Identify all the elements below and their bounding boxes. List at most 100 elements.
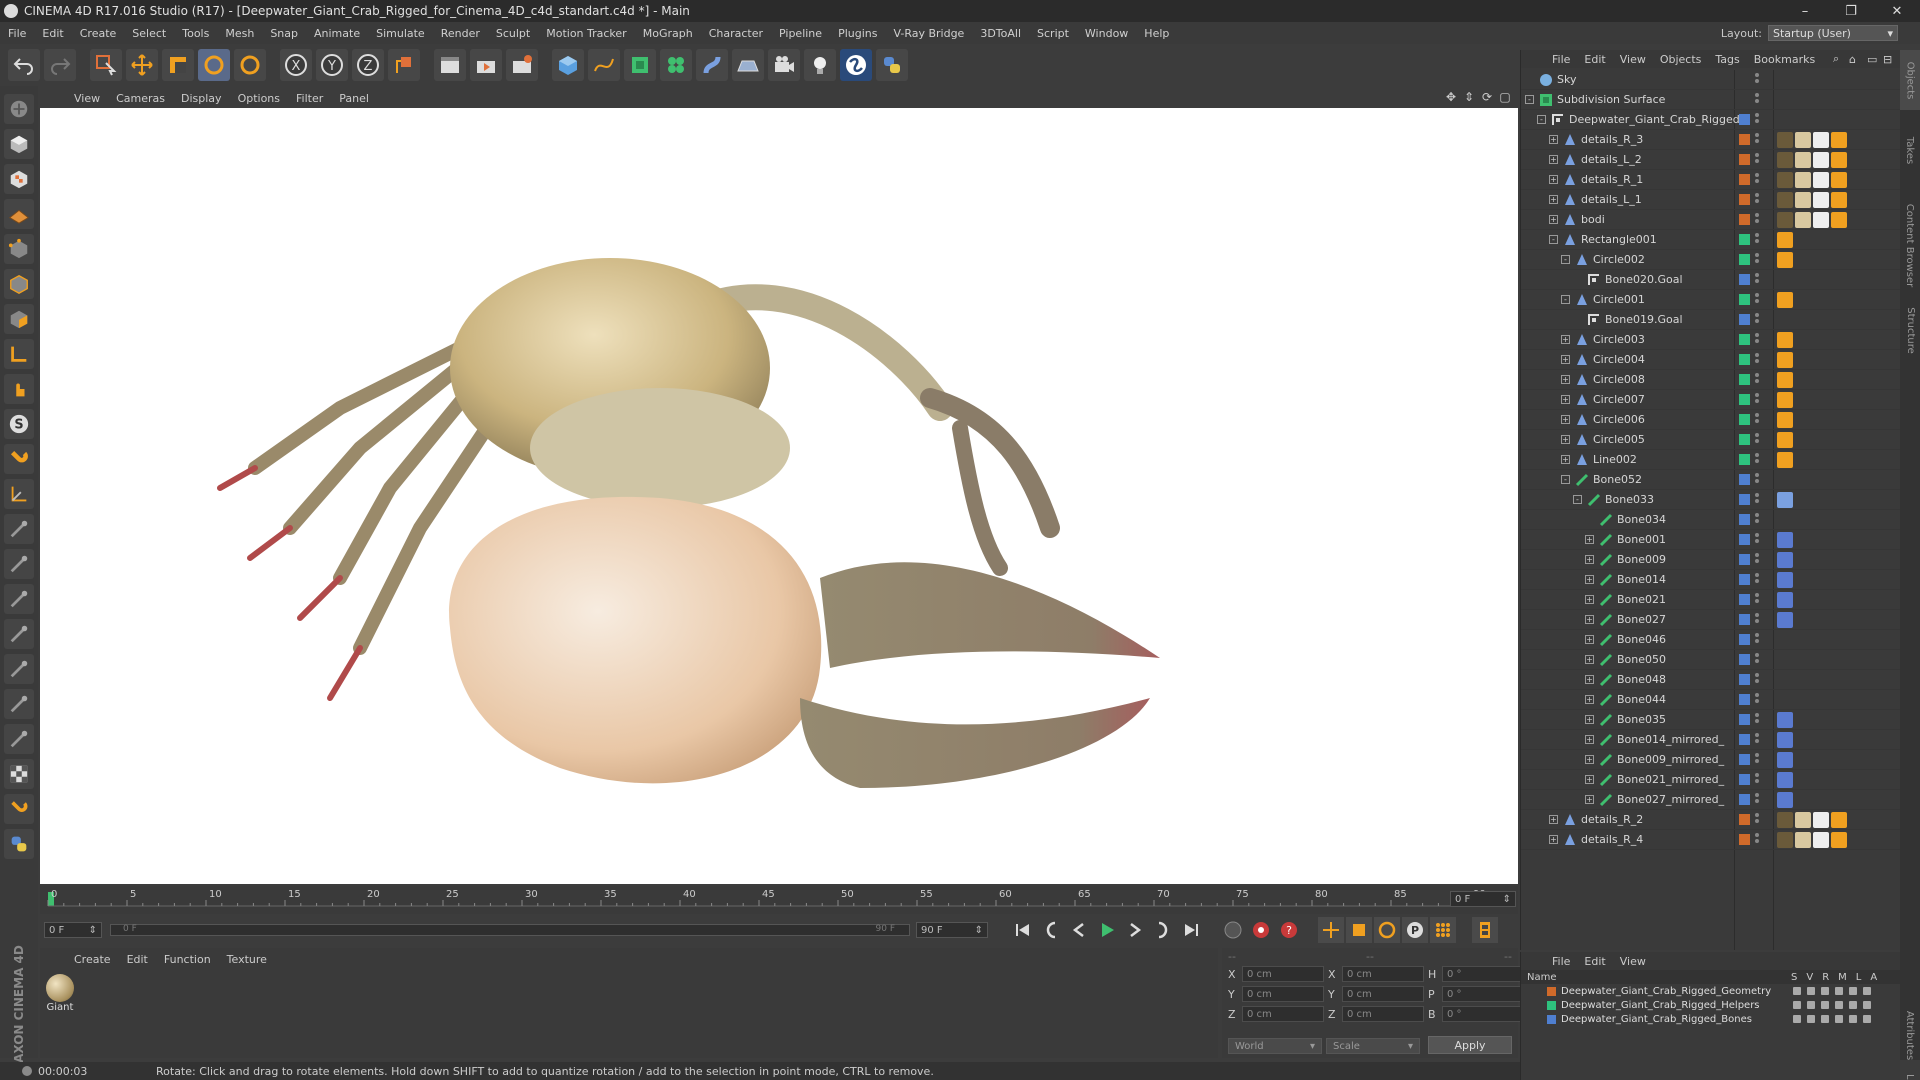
expand-icon[interactable]: + bbox=[1549, 835, 1558, 844]
minimize-button[interactable]: – bbox=[1782, 0, 1828, 22]
layer-flag-header-s[interactable]: S bbox=[1791, 972, 1797, 983]
visibility-dots-icon[interactable] bbox=[1755, 113, 1760, 127]
object-row-circle003[interactable]: + Circle003 bbox=[1521, 330, 1901, 350]
ik-tag-icon[interactable] bbox=[1777, 492, 1793, 508]
visibility-dots-icon[interactable] bbox=[1755, 73, 1760, 87]
layer-flag-icon[interactable] bbox=[1835, 1015, 1843, 1023]
object-row-bone052[interactable]: - Bone052 bbox=[1521, 470, 1901, 490]
collapse-icon[interactable]: - bbox=[1573, 495, 1582, 504]
layer-row[interactable]: Deepwater_Giant_Crab_Rigged_Geometry bbox=[1521, 984, 1900, 998]
material-menu-edit[interactable]: Edit bbox=[119, 953, 156, 966]
side-tab-content-browser[interactable]: Content Browser bbox=[1900, 200, 1920, 290]
object-row-bone021[interactable]: + Bone021 bbox=[1521, 590, 1901, 610]
menu-mesh[interactable]: Mesh bbox=[217, 27, 262, 40]
layer-color-swatch[interactable] bbox=[1739, 694, 1750, 705]
layer-color-swatch[interactable] bbox=[1739, 554, 1750, 565]
expand-icon[interactable]: + bbox=[1585, 655, 1594, 664]
expand-icon[interactable]: + bbox=[1561, 435, 1570, 444]
phong-tag-icon[interactable] bbox=[1777, 172, 1793, 188]
visibility-dots-icon[interactable] bbox=[1755, 453, 1760, 467]
layer-color-swatch[interactable] bbox=[1739, 814, 1750, 825]
go-to-end-button[interactable] bbox=[1178, 917, 1204, 943]
x-axis-lock-button[interactable]: X bbox=[280, 49, 312, 81]
key-scale-button[interactable] bbox=[1346, 917, 1372, 943]
object-row-bone014-mirrored[interactable]: + Bone014_mirrored_ bbox=[1521, 730, 1901, 750]
layer-flag-icon[interactable] bbox=[1793, 1001, 1801, 1009]
coordinate-system-button[interactable] bbox=[388, 49, 420, 81]
zoom-icon[interactable]: ⇕ bbox=[1462, 90, 1476, 104]
add-spline-button[interactable] bbox=[588, 49, 620, 81]
expand-icon[interactable]: + bbox=[1585, 715, 1594, 724]
visibility-dots-icon[interactable] bbox=[1755, 253, 1760, 267]
weight-tag-icon[interactable] bbox=[1831, 172, 1847, 188]
python-script-button[interactable] bbox=[4, 829, 34, 859]
object-row-circle008[interactable]: + Circle008 bbox=[1521, 370, 1901, 390]
expand-icon[interactable]: + bbox=[1585, 635, 1594, 644]
material-menu-create[interactable]: Create bbox=[66, 953, 119, 966]
object-row-details-r-4[interactable]: + details_R_4 bbox=[1521, 830, 1901, 850]
maximize-button[interactable]: ❐ bbox=[1828, 0, 1874, 22]
layer-row[interactable]: Deepwater_Giant_Crab_Rigged_Helpers bbox=[1521, 998, 1900, 1012]
side-tab-takes[interactable]: Takes bbox=[1900, 120, 1920, 180]
layer-color-swatch[interactable] bbox=[1739, 174, 1750, 185]
add-mograph-button[interactable] bbox=[660, 49, 692, 81]
layer-flag-icon[interactable] bbox=[1793, 1015, 1801, 1023]
menu-animate[interactable]: Animate bbox=[306, 27, 368, 40]
end-frame-field[interactable]: 0 F ⇕ bbox=[1450, 891, 1516, 907]
layer-color-swatch[interactable] bbox=[1739, 194, 1750, 205]
object-row-bone050[interactable]: + Bone050 bbox=[1521, 650, 1901, 670]
layer-color-swatch[interactable] bbox=[1547, 987, 1556, 996]
redo-button[interactable] bbox=[44, 49, 76, 81]
search-icon[interactable]: ⌕ bbox=[1833, 52, 1839, 66]
key-parameter-button[interactable]: P bbox=[1402, 917, 1428, 943]
layer-color-swatch[interactable] bbox=[1739, 494, 1750, 505]
weight-tag-icon[interactable] bbox=[1777, 332, 1793, 348]
layer-flag-icon[interactable] bbox=[1835, 987, 1843, 995]
material-menu-texture[interactable]: Texture bbox=[219, 953, 275, 966]
side-tab-objects[interactable]: Objects bbox=[1900, 50, 1920, 110]
collapse-icon[interactable]: - bbox=[1561, 295, 1570, 304]
visibility-dots-icon[interactable] bbox=[1755, 133, 1760, 147]
object-menu-file[interactable]: File bbox=[1545, 53, 1577, 66]
side-tab-layers[interactable]: Layers bbox=[1900, 1070, 1920, 1080]
visibility-dots-icon[interactable] bbox=[1755, 393, 1760, 407]
visibility-dots-icon[interactable] bbox=[1755, 93, 1760, 107]
recent-tools-button[interactable] bbox=[234, 49, 266, 81]
workplane-mode-button[interactable] bbox=[4, 199, 34, 229]
visibility-dots-icon[interactable] bbox=[1755, 553, 1760, 567]
motion-record-button[interactable] bbox=[1220, 917, 1246, 943]
size-mode-dropdown[interactable]: Scale ▾ bbox=[1326, 1038, 1420, 1054]
key-position-button[interactable] bbox=[1318, 917, 1344, 943]
expand-icon[interactable]: + bbox=[1561, 455, 1570, 464]
3d-viewport[interactable] bbox=[40, 108, 1518, 884]
menu-3dtoall[interactable]: 3DToAll bbox=[972, 27, 1029, 40]
layer-color-swatch[interactable] bbox=[1739, 834, 1750, 845]
layer-flag-icon[interactable] bbox=[1863, 1001, 1871, 1009]
go-to-start-button[interactable] bbox=[1010, 917, 1036, 943]
layer-flag-icon[interactable] bbox=[1849, 1001, 1857, 1009]
layer-flag-icon[interactable] bbox=[1849, 1015, 1857, 1023]
viewport-menu-view[interactable]: View bbox=[66, 92, 108, 105]
uvw-tag-icon[interactable] bbox=[1813, 812, 1829, 828]
ik-tag-icon[interactable] bbox=[1777, 712, 1793, 728]
sculpt-tool-2-button[interactable] bbox=[4, 549, 34, 579]
expand-icon[interactable]: + bbox=[1585, 615, 1594, 624]
weight-tag-icon[interactable] bbox=[1777, 432, 1793, 448]
object-row-bone019-goal[interactable]: Bone019.Goal bbox=[1521, 310, 1901, 330]
object-row-bone033[interactable]: - Bone033 bbox=[1521, 490, 1901, 510]
ik-tag-icon[interactable] bbox=[1777, 532, 1793, 548]
layer-color-swatch[interactable] bbox=[1547, 1001, 1556, 1010]
layer-flag-icon[interactable] bbox=[1835, 1001, 1843, 1009]
object-row-sky[interactable]: Sky bbox=[1521, 70, 1901, 90]
weight-tag-icon[interactable] bbox=[1831, 192, 1847, 208]
position-x-field[interactable]: 0 cm bbox=[1242, 966, 1324, 982]
viewport-menu-panel[interactable]: Panel bbox=[331, 92, 377, 105]
weight-tag-icon[interactable] bbox=[1777, 252, 1793, 268]
live-selection-button[interactable] bbox=[90, 49, 122, 81]
vray-button[interactable] bbox=[840, 49, 872, 81]
weight-tag-icon[interactable] bbox=[1777, 352, 1793, 368]
object-row-line002[interactable]: + Line002 bbox=[1521, 450, 1901, 470]
visibility-dots-icon[interactable] bbox=[1755, 733, 1760, 747]
layer-color-swatch[interactable] bbox=[1739, 574, 1750, 585]
add-floor-button[interactable] bbox=[732, 49, 764, 81]
